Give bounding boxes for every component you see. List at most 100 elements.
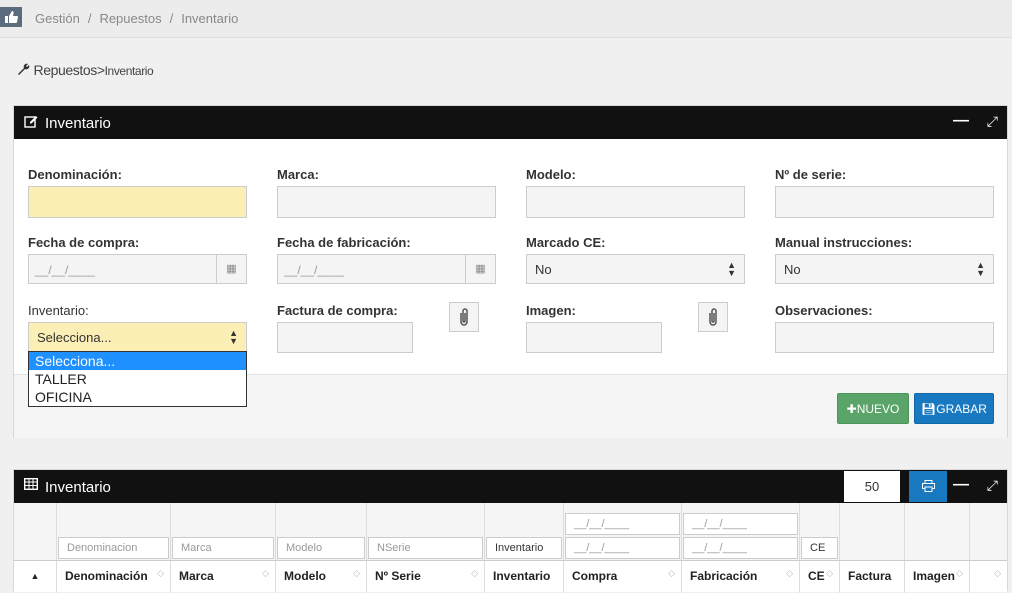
col-denominacion[interactable]: Denominación ◇	[57, 561, 170, 593]
inventario-label: Inventario:	[28, 303, 89, 318]
nuevo-button[interactable]: ✚NUEVO	[837, 393, 909, 424]
minimize-icon[interactable]: —	[953, 112, 969, 130]
col-nserie-label: Nº Serie	[375, 569, 421, 583]
select-arrows-icon: ▲ ▼	[727, 260, 736, 278]
marca-input[interactable]	[277, 186, 496, 218]
paperclip-icon[interactable]	[449, 302, 479, 332]
inventario-select[interactable]: Selecciona... ▲ ▼	[28, 322, 247, 352]
filter-compra-from[interactable]: __/__/____	[565, 513, 680, 535]
marcado-ce-select[interactable]: No ▲ ▼	[526, 254, 745, 284]
select-arrows-icon: ▲ ▼	[976, 260, 985, 278]
fecha-compra-placeholder: __/__/____	[35, 263, 96, 277]
filter-fabricacion-to[interactable]: __/__/____	[683, 537, 798, 559]
inventario-dropdown-list: Selecciona... TALLER OFICINA	[28, 351, 247, 407]
filter-nserie[interactable]: NSerie	[368, 537, 483, 559]
factura-label: Factura de compra:	[277, 303, 398, 318]
filter-ce[interactable]: CE	[801, 537, 838, 559]
inventario-value: Selecciona...	[37, 330, 112, 345]
sort-icon: ◇	[157, 568, 164, 578]
calendar-icon[interactable]: ▦	[216, 255, 246, 283]
col-fabricacion[interactable]: Fabricación ◇	[682, 561, 799, 593]
col-imagen-label: Imagen	[913, 569, 956, 583]
modelo-input[interactable]	[526, 186, 745, 218]
fecha-fabricacion-label: Fecha de fabricación:	[277, 235, 411, 250]
page-size-select[interactable]: 50	[844, 471, 900, 502]
col-inventario[interactable]: Inventario	[485, 561, 563, 593]
sort-icon: ◇	[826, 568, 833, 578]
wrench-icon	[16, 62, 34, 78]
col-denominacion-label: Denominación	[65, 569, 148, 583]
heading-inventario: Inventario	[104, 64, 154, 78]
breadcrumb-separator: /	[169, 11, 174, 26]
marcado-ce-label: Marcado CE:	[526, 235, 606, 250]
col-factura[interactable]: Factura	[840, 561, 904, 593]
grabar-button[interactable]: 💾︎GRABAR	[914, 393, 994, 424]
col-ce-label: CE	[808, 569, 825, 583]
sort-asc-icon[interactable]: ▲	[14, 561, 56, 593]
filter-fabricacion-from[interactable]: __/__/____	[683, 513, 798, 535]
inventario-option-taller[interactable]: TALLER	[29, 370, 246, 388]
expand-icon[interactable]: ⤢	[987, 477, 998, 494]
filter-marca[interactable]: Marca	[172, 537, 274, 559]
manual-label: Manual instrucciones:	[775, 235, 913, 250]
table-icon	[23, 477, 39, 493]
col-factura-label: Factura	[848, 569, 892, 583]
print-button[interactable]	[909, 471, 947, 502]
nserie-input[interactable]	[775, 186, 994, 218]
save-icon: 💾︎	[921, 402, 937, 416]
filter-denominacion[interactable]: Denominacion	[58, 537, 169, 559]
minimize-icon[interactable]: —	[953, 476, 969, 494]
breadcrumb-gestion[interactable]: Gestión	[35, 11, 80, 26]
observaciones-input[interactable]	[775, 322, 994, 353]
marcado-ce-value: No	[535, 262, 552, 277]
filter-modelo[interactable]: Modelo	[277, 537, 365, 559]
expand-icon[interactable]: ⤢	[987, 113, 998, 130]
denominacion-label: Denominación:	[28, 167, 122, 182]
table-panel-header: Inventario 50 — ⤢	[14, 470, 1007, 503]
modelo-label: Modelo:	[526, 167, 576, 182]
sort-icon: ◇	[956, 568, 963, 578]
filter-compra-to[interactable]: __/__/____	[565, 537, 680, 559]
col-imagen[interactable]: Imagen ◇	[905, 561, 969, 593]
imagen-input[interactable]	[526, 322, 662, 353]
edit-icon	[24, 114, 38, 131]
col-inventario-label: Inventario	[493, 569, 551, 583]
denominacion-input[interactable]	[28, 186, 247, 218]
top-bar: Gestión / Repuestos / Inventario	[0, 0, 1012, 38]
breadcrumb: Gestión / Repuestos / Inventario	[35, 11, 238, 26]
fecha-compra-input[interactable]: __/__/____ ▦	[28, 254, 247, 284]
page-heading: Repuestos>Inventario	[16, 62, 154, 78]
plus-icon: ✚	[846, 402, 857, 416]
breadcrumb-repuestos[interactable]: Repuestos	[99, 11, 161, 26]
manual-value: No	[784, 262, 801, 277]
inventario-option-selecciona[interactable]: Selecciona...	[29, 352, 246, 370]
form-panel-title: Inventario	[45, 115, 111, 132]
sort-icon: ◇	[786, 568, 793, 578]
inventario-table-panel: Inventario 50 — ⤢ Denominacion Marca Mod…	[13, 469, 1008, 593]
heading-separator: >	[96, 62, 105, 78]
sort-icon: ◇	[471, 568, 478, 578]
col-ce[interactable]: CE ◇	[800, 561, 839, 593]
observaciones-label: Observaciones:	[775, 303, 873, 318]
paperclip-icon[interactable]	[698, 302, 728, 332]
col-nserie[interactable]: Nº Serie ◇	[367, 561, 484, 593]
col-compra[interactable]: Compra ◇	[564, 561, 681, 593]
grabar-label: GRABAR	[936, 402, 987, 416]
table-panel-title: Inventario	[45, 479, 111, 496]
col-marca[interactable]: Marca ◇	[171, 561, 275, 593]
imagen-label: Imagen:	[526, 303, 576, 318]
col-modelo-label: Modelo	[284, 569, 326, 583]
fecha-fabricacion-input[interactable]: __/__/____ ▦	[277, 254, 496, 284]
factura-input[interactable]	[277, 322, 413, 353]
nserie-label: Nº de serie:	[775, 167, 847, 182]
filter-inventario[interactable]: Inventario	[486, 537, 562, 559]
manual-select[interactable]: No ▲ ▼	[775, 254, 994, 284]
thumbs-up-icon[interactable]	[0, 7, 22, 27]
col-compra-label: Compra	[572, 569, 618, 583]
sort-icon: ◇	[994, 568, 1001, 578]
calendar-icon[interactable]: ▦	[465, 255, 495, 283]
inventario-option-oficina[interactable]: OFICINA	[29, 388, 246, 406]
col-actions[interactable]: ◇	[970, 561, 1007, 593]
col-modelo[interactable]: Modelo ◇	[276, 561, 366, 593]
breadcrumb-inventario: Inventario	[181, 11, 239, 26]
